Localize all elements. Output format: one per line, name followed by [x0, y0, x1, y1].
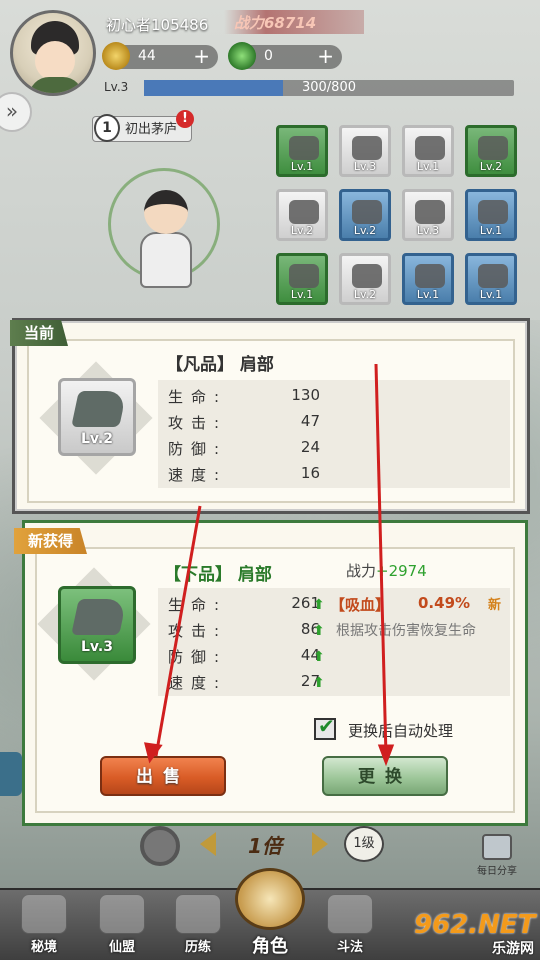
character-icon: [235, 868, 305, 930]
tab-secret-realm[interactable]: 秘境: [2, 892, 86, 960]
tab-character[interactable]: 角色: [228, 866, 312, 960]
speed-increase-icon[interactable]: [312, 832, 328, 856]
gear-icon[interactable]: [140, 826, 180, 866]
duel-icon: [327, 894, 373, 934]
daily-share-button[interactable]: 每日分享: [472, 834, 522, 880]
speed-label: 1倍: [248, 834, 282, 858]
tab-duel[interactable]: 斗法: [308, 892, 392, 960]
left-panel-chip[interactable]: [0, 752, 22, 796]
share-label: 每日分享: [477, 866, 517, 877]
annotation-arrow-sell: [154, 505, 202, 757]
training-icon: [175, 894, 221, 934]
level-bubble[interactable]: 1级: [344, 826, 384, 862]
share-icon: [482, 834, 512, 860]
tab-sect[interactable]: 仙盟: [80, 892, 164, 960]
secret-realm-icon: [21, 894, 67, 934]
annotation-arrow-swap: [374, 363, 388, 757]
annotation-arrows: [144, 363, 395, 767]
site-watermark: 962.NET 乐游网: [414, 910, 536, 957]
sect-icon: [99, 894, 145, 934]
annotation-arrowhead-swap: [377, 744, 395, 767]
speed-decrease-icon[interactable]: [200, 832, 216, 856]
